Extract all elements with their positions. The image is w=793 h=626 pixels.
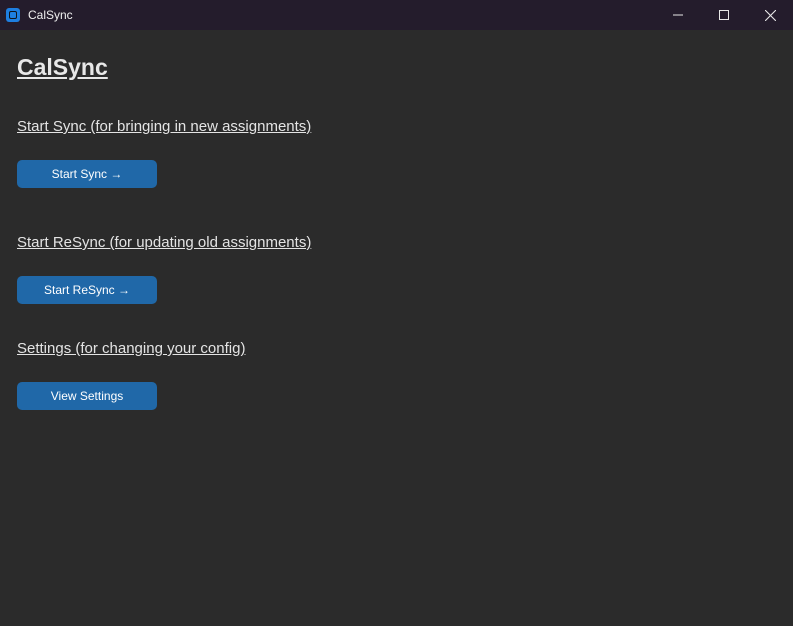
close-button[interactable] — [747, 0, 793, 30]
window-title: CalSync — [28, 8, 73, 22]
window-controls — [655, 0, 793, 30]
start-resync-button[interactable]: Start ReSync → — [17, 276, 157, 304]
start-sync-button[interactable]: Start Sync → — [17, 160, 157, 188]
maximize-button[interactable] — [701, 0, 747, 30]
close-icon — [764, 9, 776, 21]
minimize-icon — [673, 14, 683, 16]
app-icon — [6, 8, 20, 22]
view-settings-button[interactable]: View Settings — [17, 382, 157, 410]
maximize-icon — [719, 10, 729, 20]
resync-section-label: Start ReSync (for updating old assignmen… — [17, 234, 312, 251]
sync-section-label: Start Sync (for bringing in new assignme… — [17, 118, 312, 135]
minimize-button[interactable] — [655, 0, 701, 30]
settings-section-label: Settings (for changing your config) — [17, 340, 246, 357]
page-title: CalSync — [17, 54, 108, 80]
title-bar[interactable]: CalSync — [0, 0, 793, 30]
